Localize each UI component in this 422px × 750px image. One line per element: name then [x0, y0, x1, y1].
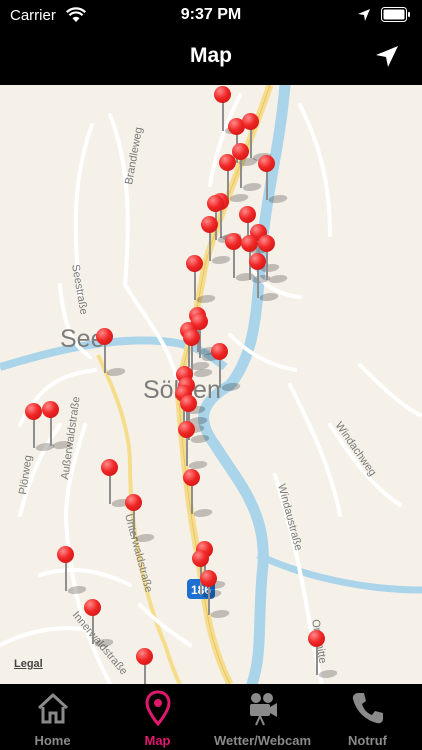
pin-needle [194, 270, 196, 300]
pin-needle [208, 585, 210, 615]
pin-needle [240, 158, 242, 188]
map-pin[interactable] [307, 630, 340, 678]
pin-head [84, 599, 101, 616]
pin-head [249, 253, 266, 270]
pin-head [192, 550, 209, 567]
pin-head [180, 395, 197, 412]
pin-head [200, 570, 217, 587]
pin-head [308, 630, 325, 647]
pin-head [241, 235, 258, 252]
map-pin[interactable] [56, 546, 89, 594]
legal-link[interactable]: Legal [14, 658, 43, 670]
navigation-bar: Map [0, 30, 422, 85]
status-bar: Carrier 9:37 PM [0, 0, 422, 30]
tab-notruf[interactable]: Notruf [315, 684, 420, 750]
pin-head [186, 255, 203, 272]
phone-icon [352, 693, 383, 724]
pin-needle [144, 663, 146, 684]
pin-needle [186, 436, 188, 466]
pin-head [125, 494, 142, 511]
street-label-windachweg: Windachweg [333, 420, 379, 478]
map-pin[interactable] [257, 155, 290, 203]
pin-head [214, 86, 231, 103]
pin-head [101, 459, 118, 476]
location-arrow-icon [358, 9, 370, 21]
pin-head [183, 329, 200, 346]
home-icon [37, 693, 69, 724]
pin-head [211, 343, 228, 360]
map-pin[interactable] [248, 253, 281, 301]
map-pin[interactable] [210, 343, 243, 391]
pin-needle [233, 248, 235, 278]
pin-head [136, 648, 153, 665]
tab-label: Wetter/Webcam [213, 733, 312, 748]
map-pin[interactable] [135, 648, 155, 684]
pin-head [183, 469, 200, 486]
tab-label: Notruf [348, 733, 387, 748]
pin-head [96, 328, 113, 345]
pin-needle [133, 509, 135, 539]
map-pin[interactable] [83, 599, 116, 647]
pin-head [242, 113, 259, 130]
battery-icon [381, 7, 410, 22]
pin-needle [191, 484, 193, 514]
pin-needle [209, 231, 211, 261]
tab-wetter-webcam[interactable]: Wetter/Webcam [210, 684, 315, 750]
map-pin-icon [145, 690, 171, 726]
map-pin[interactable] [124, 494, 157, 542]
street-label-windaustrasse: Windaustraße [275, 483, 304, 552]
street-label-brandleweg: Brandleweg [123, 126, 145, 185]
map-pin[interactable] [177, 421, 210, 469]
pin-head [207, 195, 224, 212]
map-pin[interactable] [199, 570, 232, 618]
pin-needle [266, 170, 268, 200]
pin-needle [50, 416, 52, 446]
pin-needle [316, 645, 318, 675]
page-title: Map [190, 44, 232, 67]
map-pin[interactable] [182, 469, 215, 517]
street-label-seestrasse: Seestraße [69, 263, 90, 315]
pin-head [239, 206, 256, 223]
pin-head [25, 403, 42, 420]
pin-needle [33, 418, 35, 448]
tab-map[interactable]: Map [105, 684, 210, 750]
map-pin[interactable] [95, 328, 128, 376]
tab-label: Home [34, 733, 71, 748]
pin-head [201, 216, 218, 233]
pin-head [178, 421, 195, 438]
locate-me-icon[interactable] [372, 42, 402, 72]
pin-needle [92, 614, 94, 644]
pin-head [258, 155, 275, 172]
pin-needle [219, 358, 221, 388]
pin-needle [104, 343, 106, 373]
pin-needle [257, 268, 259, 298]
pin-head [219, 154, 236, 171]
tab-label: Map [144, 733, 171, 748]
map-pin[interactable] [100, 459, 133, 507]
map-pin[interactable] [185, 255, 218, 303]
camera-icon [250, 693, 277, 726]
pin-needle [222, 101, 224, 131]
pin-needle [109, 474, 111, 504]
tab-home[interactable]: Home [0, 684, 105, 750]
map-view[interactable]: Brandleweg Seestraße Außerwaldstraße Plö… [0, 85, 422, 684]
pin-head [258, 235, 275, 252]
map-pin[interactable] [41, 401, 74, 449]
tab-bar: Home Map Wetter/Webcam Notruf [0, 684, 422, 750]
pin-head [57, 546, 74, 563]
pin-head [42, 401, 59, 418]
pin-needle [65, 561, 67, 591]
